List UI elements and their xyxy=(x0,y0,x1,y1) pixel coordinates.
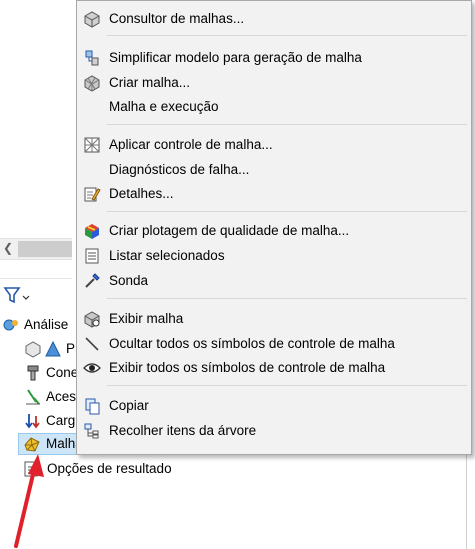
menu-item-label: Aplicar controle de malha... xyxy=(109,137,273,152)
connections-icon xyxy=(27,365,39,381)
menu-item-label: Detalhes... xyxy=(109,186,174,201)
tree-item-loads[interactable]: Carg xyxy=(0,410,76,432)
collapse-tree-icon xyxy=(84,423,99,439)
menu-item-apply-mesh-control[interactable]: Aplicar controle de malha... xyxy=(77,133,471,157)
menu-item-copy[interactable]: Copiar xyxy=(77,394,471,418)
tree-item-label: P xyxy=(66,341,76,356)
menu-item-hide-mesh-control-symbols[interactable]: Ocultar todos os símbolos de controle de… xyxy=(77,332,471,356)
probe-icon xyxy=(85,273,100,288)
tree-item-label: Carg xyxy=(46,413,76,428)
menu-item-mesh-and-run[interactable]: Malha e execução xyxy=(77,95,471,119)
hide-symbols-icon xyxy=(85,337,99,351)
tree-item-fixtures[interactable]: Aces xyxy=(0,386,76,408)
simplify-icon xyxy=(85,50,99,66)
filter-icon xyxy=(3,287,30,304)
menu-item-show-mesh[interactable]: Exibir malha xyxy=(77,307,471,331)
menu-item-label: Copiar xyxy=(109,398,149,413)
menu-item-mesh-quality-plot[interactable]: Criar plotagem de qualidade de malha... xyxy=(77,219,471,243)
body-icon xyxy=(45,340,61,357)
tree-item-study[interactable]: Análise xyxy=(0,314,76,336)
details-icon xyxy=(84,187,101,202)
fixtures-icon xyxy=(26,389,40,405)
horizontal-scrollbar[interactable]: ❮ xyxy=(0,238,72,260)
menu-item-label: Malha e execução xyxy=(109,99,219,114)
menu-item-show-mesh-control-symbols[interactable]: Exibir todos os símbolos de controle de … xyxy=(77,356,471,380)
tree-item-part[interactable]: P xyxy=(0,338,76,360)
menu-item-label: Sonda xyxy=(109,273,149,288)
context-menu: Consultor de malhas... Simplificar model… xyxy=(76,0,472,455)
list-icon xyxy=(85,248,99,264)
menu-item-label: Ocultar todos os símbolos de controle de… xyxy=(109,336,395,351)
copy-icon xyxy=(85,398,100,415)
scrollbar-thumb[interactable] xyxy=(18,241,72,257)
menu-separator xyxy=(107,298,467,299)
mesh-advisor-icon xyxy=(84,11,100,28)
tree-item-label: Análise xyxy=(24,317,69,332)
divider xyxy=(0,278,72,279)
mesh-control-icon xyxy=(84,137,100,153)
menu-item-label: Recolher itens da árvore xyxy=(109,423,257,438)
menu-separator xyxy=(107,124,467,125)
menu-item-label: Simplificar modelo para geração de malha xyxy=(109,50,362,65)
loads-icon xyxy=(25,414,40,429)
eye-icon xyxy=(83,363,101,373)
menu-item-details[interactable]: Detalhes... xyxy=(77,182,471,206)
menu-item-collapse-tree[interactable]: Recolher itens da árvore xyxy=(77,419,471,443)
menu-item-failure-diagnostics[interactable]: Diagnósticos de falha... xyxy=(77,158,471,182)
menu-item-label: Diagnósticos de falha... xyxy=(109,162,250,177)
menu-separator xyxy=(107,385,467,386)
menu-item-label: Consultor de malhas... xyxy=(109,11,245,26)
show-mesh-icon xyxy=(84,311,100,328)
menu-item-simplify[interactable]: Simplificar modelo para geração de malha xyxy=(77,46,471,70)
tree-item-label: Cone xyxy=(46,365,79,380)
tree-item-connections[interactable]: Cone xyxy=(0,362,79,384)
menu-item-mesh-advisor[interactable]: Consultor de malhas... xyxy=(77,7,471,31)
menu-item-label: Criar plotagem de qualidade de malha... xyxy=(109,223,350,238)
menu-item-create-mesh[interactable]: Criar malha... xyxy=(77,71,471,95)
menu-item-list-selected[interactable]: Listar selecionados xyxy=(77,244,471,268)
menu-item-probe[interactable]: Sonda xyxy=(77,269,471,293)
menu-item-label: Exibir todos os símbolos de controle de … xyxy=(109,360,386,375)
menu-item-label: Listar selecionados xyxy=(109,248,225,263)
tree-item-label: Aces xyxy=(46,389,77,404)
study-icon xyxy=(3,319,18,331)
chevron-left-icon[interactable]: ❮ xyxy=(3,241,13,255)
menu-item-label: Exibir malha xyxy=(109,311,184,326)
red-arrow-annotation xyxy=(14,454,44,548)
filter-button[interactable] xyxy=(2,284,32,306)
menu-separator xyxy=(107,35,467,36)
create-mesh-icon xyxy=(84,75,100,92)
menu-separator xyxy=(107,211,467,212)
menu-item-label: Criar malha... xyxy=(109,75,191,90)
part-icon xyxy=(25,341,41,358)
quality-plot-icon xyxy=(85,224,99,239)
